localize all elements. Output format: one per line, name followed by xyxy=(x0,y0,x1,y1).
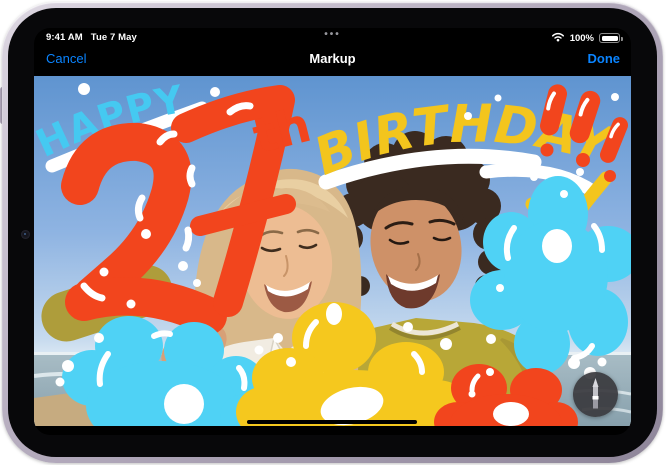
status-date: Tue 7 May xyxy=(91,32,137,43)
battery-icon xyxy=(599,33,620,43)
status-bar: 9:41 AM Tue 7 May ••• 100% xyxy=(34,28,631,48)
ipad-frame: 9:41 AM Tue 7 May ••• 100% xyxy=(2,2,663,463)
wifi-icon xyxy=(551,31,565,45)
status-time: 9:41 AM xyxy=(46,32,83,43)
home-indicator[interactable] xyxy=(247,420,417,424)
pencil-tool-icon xyxy=(573,372,618,417)
pencil-tool-button[interactable] xyxy=(573,372,618,417)
clock: 9:41 AM Tue 7 May xyxy=(46,32,137,43)
markup-photo-canvas[interactable]: HAPPY 2 7 xyxy=(34,76,631,426)
screen: 9:41 AM Tue 7 May ••• 100% xyxy=(34,28,631,435)
cancel-button[interactable]: Cancel xyxy=(46,51,86,66)
markup-toolbar: Cancel Markup Done xyxy=(34,48,631,72)
page: 9:41 AM Tue 7 May ••• 100% xyxy=(0,0,666,465)
status-right: 100% xyxy=(551,31,620,45)
page-title: Markup xyxy=(309,51,355,66)
multitask-indicator[interactable]: ••• xyxy=(324,29,341,40)
battery-percent: 100% xyxy=(570,33,594,44)
front-camera-icon xyxy=(21,230,30,239)
done-button[interactable]: Done xyxy=(588,51,621,66)
